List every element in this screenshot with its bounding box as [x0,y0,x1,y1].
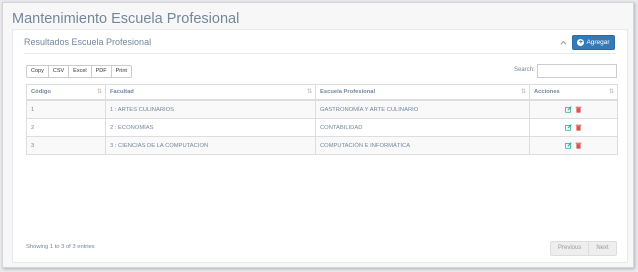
csv-button[interactable]: CSV [47,66,68,77]
sort-icon: ⇅ [306,89,312,95]
delete-icon[interactable] [575,106,582,113]
sort-icon: ⇅ [520,89,526,95]
edit-icon[interactable] [564,124,572,131]
column-header-acciones[interactable]: Acciones ⇅ [529,84,618,101]
cell-codigo: 2 [26,118,106,137]
pagination: Previous Next [550,241,617,256]
edit-icon[interactable] [564,142,572,149]
cell-codigo: 3 [26,136,106,155]
cell-actions [529,136,618,155]
pdf-button[interactable]: PDF [90,66,111,77]
cell-escuela: COMPUTACIÓN E INFORMÁTICA [315,136,530,155]
sort-icon: ⇅ [608,89,614,95]
edit-icon[interactable] [564,106,572,113]
sort-icon: ⇅ [96,89,102,95]
page-title: Mantenimiento Escuela Profesional [12,11,240,27]
app-window: Mantenimiento Escuela Profesional Result… [2,2,634,268]
table-row: 3 3 : CIENCIAS DE LA COMPUTACION COMPUTA… [26,136,618,155]
chevron-up-icon[interactable] [559,38,568,47]
add-button[interactable]: + Agregar [572,35,615,50]
add-button-label: Agregar [586,39,610,46]
delete-icon[interactable] [575,142,582,149]
column-label: Código [31,89,51,95]
delete-icon[interactable] [575,124,582,131]
table-header-row: Código ⇅ Facultad ⇅ Escuela Profesional … [26,84,618,101]
cell-escuela: GASTRONOMÍA Y ARTE CULINARIO [315,99,530,119]
cell-codigo: 1 [26,99,106,119]
plus-icon: + [577,39,585,46]
table-info: Showing 1 to 3 of 3 entries [26,244,95,250]
search-input[interactable] [537,64,617,78]
excel-button[interactable]: Excel [68,66,90,77]
next-button[interactable]: Next [588,242,615,255]
table-row: 1 1 : ARTES CULINARIOS GASTRONOMÍA Y ART… [26,99,618,119]
results-table: Código ⇅ Facultad ⇅ Escuela Profesional … [26,84,618,155]
cell-facultad: 3 : CIENCIAS DE LA COMPUTACION [105,136,316,155]
previous-button[interactable]: Previous [551,242,588,255]
column-header-escuela[interactable]: Escuela Profesional ⇅ [315,84,530,101]
column-label: Escuela Profesional [320,89,376,95]
column-header-facultad[interactable]: Facultad ⇅ [105,84,316,101]
column-header-codigo[interactable]: Código ⇅ [26,84,106,101]
column-label: Acciones [534,89,560,95]
cell-facultad: 2 : ECONOMÍAS [105,118,316,137]
cell-facultad: 1 : ARTES CULINARIOS [105,99,316,119]
search-label: Search: [514,67,535,73]
table-row: 2 2 : ECONOMÍAS CONTABILIDAD [26,118,618,137]
panel-title: Resultados Escuela Profesional [24,37,152,47]
cell-escuela: CONTABILIDAD [315,118,530,137]
panel-divider [24,53,616,54]
cell-actions [529,99,618,119]
print-button[interactable]: Print [110,66,131,77]
column-label: Facultad [110,89,134,95]
copy-button[interactable]: Copy [27,66,48,77]
results-panel: Resultados Escuela Profesional + Agregar… [12,29,628,263]
cell-actions [529,118,618,137]
export-buttons: Copy CSV Excel PDF Print [26,65,132,78]
